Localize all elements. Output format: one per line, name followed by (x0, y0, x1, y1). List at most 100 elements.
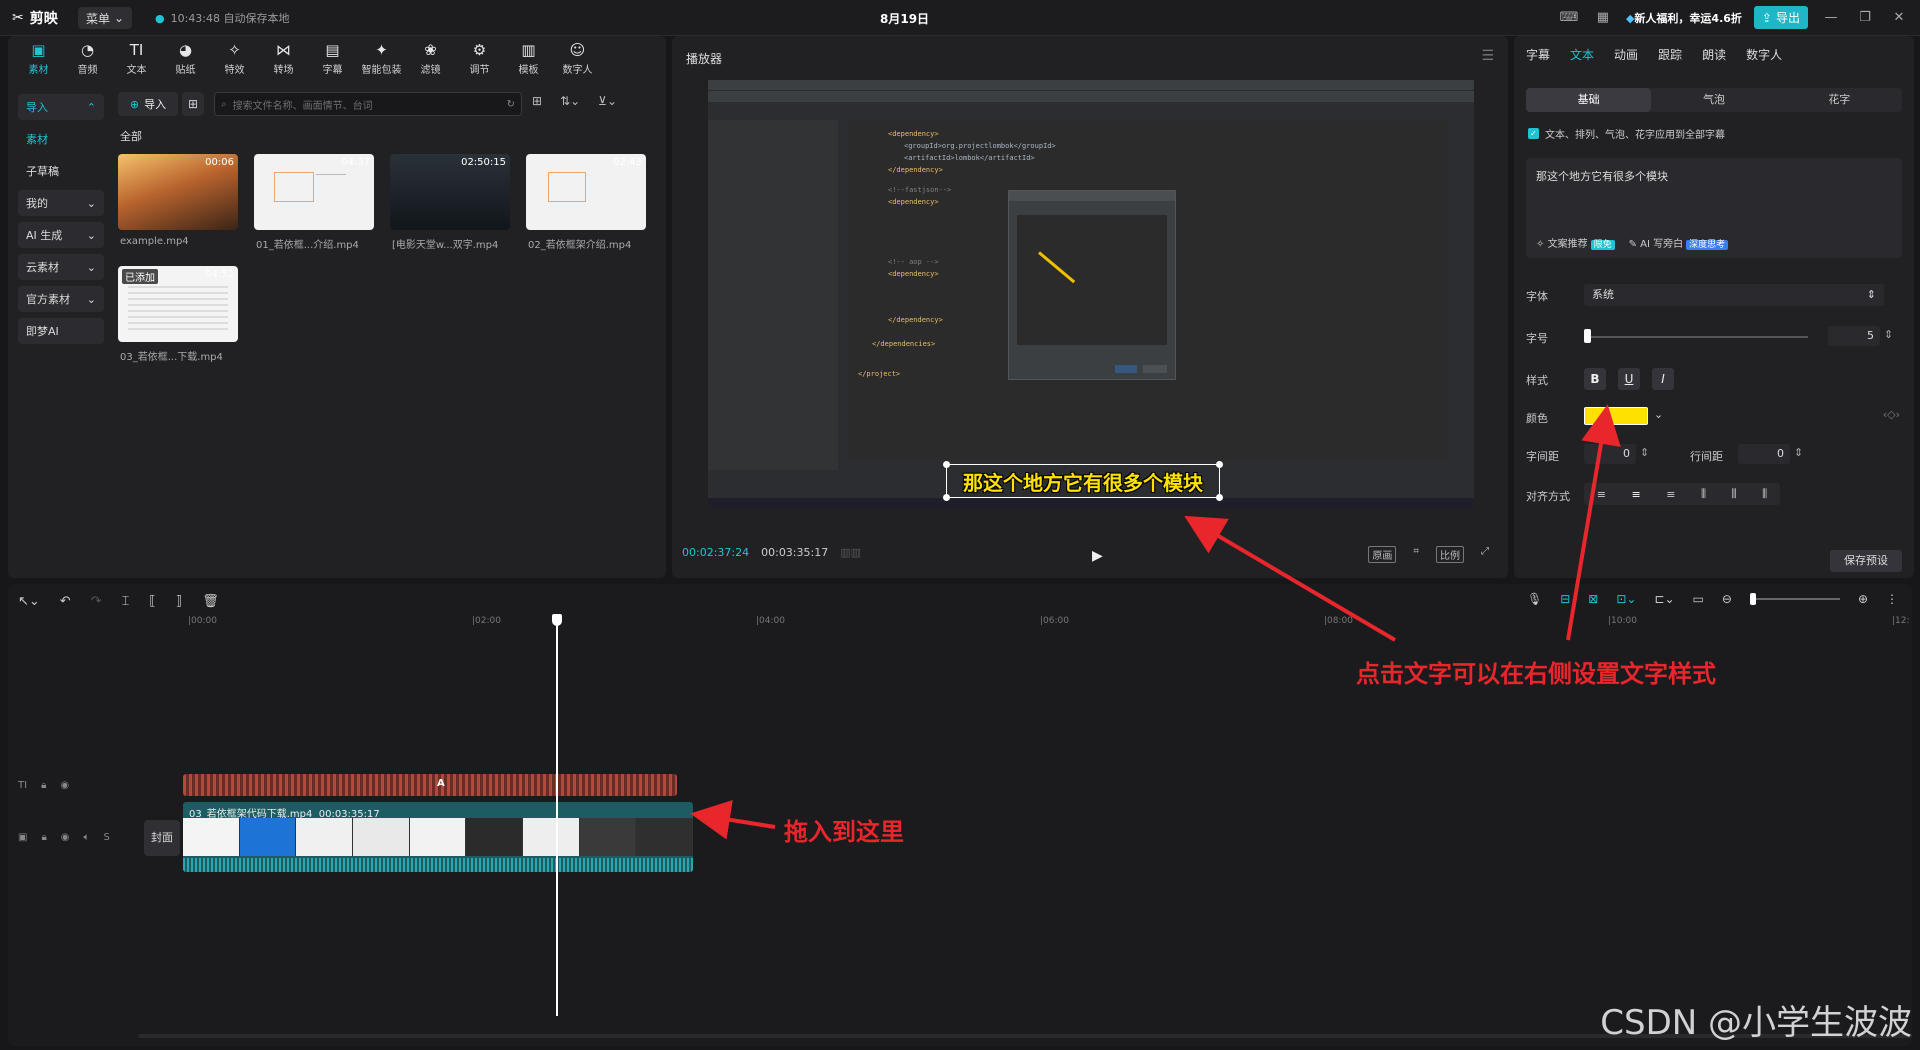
align-left-icon[interactable]: ≡ (1597, 488, 1606, 501)
sidebar-item[interactable]: 导入 ⌃ (18, 94, 104, 120)
tool-subtitle[interactable]: ▤ 字幕 (310, 36, 355, 82)
property-tab[interactable]: 文本 (1570, 46, 1594, 63)
property-tab[interactable]: 朗读 (1702, 46, 1726, 63)
chevron-down-icon[interactable]: ⌄ (1654, 408, 1663, 421)
snap-icon[interactable]: ⊏⌄ (1654, 592, 1674, 606)
sidebar-item[interactable]: 云素材 ⌄ (18, 254, 104, 280)
subtitle-track-clips[interactable]: A (183, 774, 677, 796)
delete-icon[interactable]: 🗑 (202, 594, 219, 609)
zoom-in-icon[interactable]: ⊕ (1858, 592, 1868, 606)
caption-icon[interactable]: ▭ (1693, 592, 1704, 606)
recommend-button[interactable]: ✧ 文案推荐 限免 (1536, 235, 1615, 250)
preview-axis-icon[interactable]: ⊡⌄ (1616, 592, 1636, 606)
sidebar-item[interactable]: 官方素材 ⌄ (18, 286, 104, 312)
time-ruler[interactable]: |00:00 |02:00 |04:00 |06:00 |08:00 |10:00 |12: (148, 614, 1912, 630)
underline-button[interactable]: U (1618, 368, 1640, 390)
media-thumb[interactable]: 已添加 04:52 (118, 266, 238, 342)
fullscreen-icon[interactable]: ⤢ (1478, 546, 1492, 563)
cover-button[interactable]: 封面 (144, 820, 180, 856)
minimize-icon[interactable]: — (1820, 10, 1842, 25)
solo-icon[interactable]: S (104, 832, 110, 843)
checkbox-icon[interactable]: ✓ (1528, 128, 1539, 139)
split-right-icon[interactable]: ⟧ (176, 594, 182, 609)
filter-icon[interactable]: ⊻⌄ (598, 94, 617, 108)
undo-icon[interactable]: ↶ (60, 594, 71, 609)
video-preview[interactable]: <dependency> <groupId>org.projectlombok<… (708, 80, 1474, 508)
keyframe-icon[interactable]: ‹◇› (1883, 408, 1900, 421)
media-thumb[interactable]: 02:43 (526, 154, 646, 230)
resize-handle[interactable] (943, 461, 950, 468)
more-icon[interactable]: ⋮ (1886, 592, 1898, 606)
sidebar-item[interactable]: 即梦AI (18, 318, 104, 344)
color-swatch[interactable] (1584, 407, 1648, 425)
playhead[interactable] (556, 616, 558, 1016)
subtitle-text-field[interactable]: 那这个地方它有很多个模块 ✧ 文案推荐 限免 ✎ AI 写旁白 深度思考 (1526, 158, 1902, 258)
bold-button[interactable]: B (1584, 368, 1606, 390)
maximize-icon[interactable]: ❐ (1854, 10, 1876, 25)
subtitle-text-value[interactable]: 那这个地方它有很多个模块 (1536, 170, 1668, 183)
redo-icon[interactable]: ↷ (91, 594, 102, 609)
play-icon[interactable]: ▶ (1092, 548, 1103, 564)
refresh-icon[interactable]: ↻ (507, 99, 515, 110)
zoom-out-icon[interactable]: ⊖ (1722, 592, 1732, 606)
link-icon[interactable]: ⊠ (1588, 592, 1598, 606)
tool-smart-pack[interactable]: ✦ 智能包装 (359, 36, 404, 82)
tool-audio[interactable]: ◔ 音频 (65, 36, 110, 82)
subtitle-text[interactable]: 那这个地方它有很多个模块 (963, 467, 1203, 496)
export-button[interactable]: ⇪ 导出 (1753, 6, 1808, 29)
volume-icon[interactable]: 🔈︎ (84, 832, 90, 843)
property-tab[interactable]: 动画 (1614, 46, 1638, 63)
resize-handle[interactable] (1216, 494, 1223, 501)
align-center-icon[interactable]: ≡ (1631, 488, 1640, 501)
search-input[interactable]: ⌕ 搜索文件名称、画面情节、台词 ↻ (214, 92, 522, 116)
size-slider[interactable] (1584, 336, 1808, 338)
promo-banner[interactable]: ◆新人福利，幸运4.6折 (1626, 10, 1742, 26)
segment-basic[interactable]: 基础 (1526, 88, 1652, 112)
align-right-icon[interactable]: ≡ (1666, 488, 1675, 501)
split-icon[interactable]: ⌶ (122, 594, 130, 609)
eye-icon[interactable]: ◉ (60, 780, 69, 791)
property-tab[interactable]: 跟踪 (1658, 46, 1682, 63)
microphone-icon[interactable]: 🎙 (1527, 592, 1542, 606)
apply-all-checkbox[interactable]: ✓ 文本、排列、气泡、花字应用到全部字幕 (1528, 126, 1725, 141)
align-middle-icon[interactable]: ⫼ (1732, 487, 1737, 501)
resize-handle[interactable] (943, 494, 950, 501)
lock-icon[interactable]: 🔒︎ (41, 832, 46, 843)
tool-adjust[interactable]: ⚙ 调节 (457, 36, 502, 82)
align-top-icon[interactable]: ⫼ (1701, 487, 1706, 501)
size-input[interactable]: 5 (1828, 326, 1880, 346)
split-left-icon[interactable]: ⟦ (149, 594, 155, 609)
tool-sticker[interactable]: ◕ 贴纸 (163, 36, 208, 82)
video-clip[interactable]: 03_若依框架代码下载.mp4 00:03:35:17 (183, 802, 693, 872)
select-cursor-icon[interactable]: ↖⌄ (18, 594, 40, 609)
layout-icon[interactable]: ▦ (1592, 10, 1614, 25)
segment-fancy[interactable]: 花字 (1777, 88, 1902, 112)
tool-template[interactable]: ▥ 模板 (506, 36, 551, 82)
sidebar-item[interactable]: 子草稿 (18, 158, 104, 184)
import-button[interactable]: ⊕ 导入 (118, 92, 178, 116)
sidebar-item[interactable]: 素材 (18, 126, 104, 152)
font-select[interactable]: 系统 ⇕ (1584, 284, 1884, 306)
sort-icon[interactable]: ⇅⌄ (560, 94, 580, 108)
media-thumb[interactable]: 00:06 (118, 154, 238, 230)
tool-effects[interactable]: ✧ 特效 (212, 36, 257, 82)
zoom-slider[interactable] (1749, 593, 1840, 605)
tool-text[interactable]: TI 文本 (114, 36, 159, 82)
resize-handle[interactable] (1216, 461, 1223, 468)
media-thumb[interactable]: 04:37 (254, 154, 374, 230)
view-toggle-icon[interactable]: ⊞ (532, 94, 542, 108)
lock-icon[interactable]: 🔒︎ (41, 780, 46, 791)
media-thumb[interactable]: 02:50:15 (390, 154, 510, 230)
size-slider-knob[interactable] (1584, 329, 1591, 343)
letter-spacing-input[interactable]: 0 (1584, 444, 1636, 464)
align-bottom-icon[interactable]: ⫼ (1762, 487, 1767, 501)
menu-icon[interactable]: ☰ (1481, 48, 1494, 64)
stepper-icon[interactable]: ⇕ (1884, 328, 1893, 341)
sidebar-item[interactable]: 我的 ⌄ (18, 190, 104, 216)
stepper-icon[interactable]: ⇕ (1640, 446, 1649, 459)
stepper-icon[interactable]: ⇕ (1794, 446, 1803, 459)
property-tab[interactable]: 数字人 (1746, 46, 1782, 63)
subtitle-selection[interactable]: 那这个地方它有很多个模块 (943, 461, 1223, 501)
tool-filter[interactable]: ❀ 滤镜 (408, 36, 453, 82)
eye-icon[interactable]: ◉ (61, 832, 70, 843)
